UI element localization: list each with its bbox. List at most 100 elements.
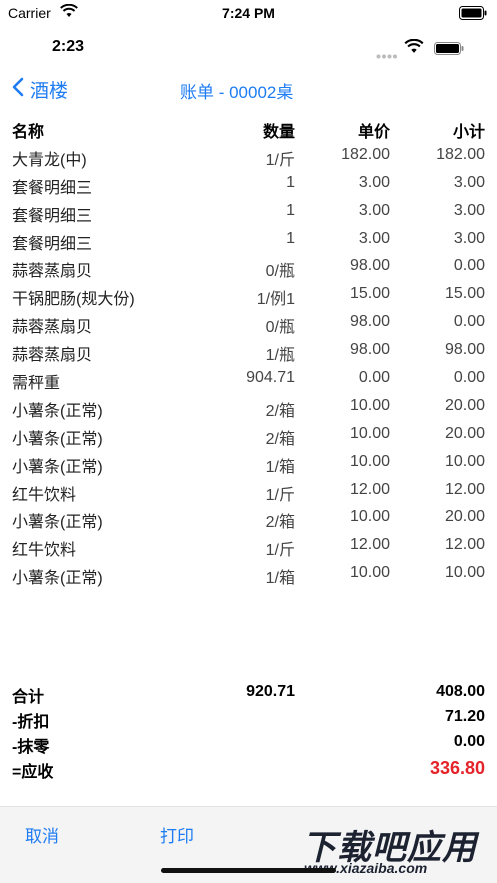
item-subtotal: 98.00 [444, 341, 485, 359]
header-price: 单价 [357, 124, 390, 141]
table-row: 小薯条(正常) 2/箱 10.00 20.00 [0, 393, 497, 421]
item-name: 红牛饮料 [12, 542, 77, 560]
page-title: 账单 - 00002桌 [180, 83, 294, 102]
amount-due-row: =应收 336.80 [0, 755, 497, 781]
chevron-left-icon [12, 77, 24, 103]
home-indicator[interactable] [161, 868, 336, 873]
discount-row: -折扣 71.20 [0, 705, 497, 731]
item-name: 需秤重 [12, 375, 61, 393]
item-price: 10.00 [349, 564, 390, 582]
item-name: 干锅肥肠(规大份) [12, 291, 135, 309]
header-name: 名称 [12, 124, 45, 141]
item-subtotal: 20.00 [444, 424, 485, 442]
item-subtotal: 3.00 [453, 173, 485, 191]
item-subtotal: 3.00 [453, 201, 485, 219]
item-qty: 1 [286, 201, 295, 219]
totals-section: 合计 920.71 408.00 -折扣 71.20 -抹零 0.00 =应收 … [0, 680, 497, 781]
item-qty: 2/箱 [265, 430, 295, 448]
item-subtotal: 20.00 [444, 396, 485, 414]
item-qty: 2/箱 [265, 514, 295, 532]
table-row: 套餐明细三 1 3.00 3.00 [0, 170, 497, 198]
item-price: 182.00 [341, 145, 390, 163]
item-qty: 0/瓶 [265, 319, 295, 337]
item-price: 98.00 [349, 313, 390, 331]
total-row: 合计 920.71 408.00 [0, 680, 497, 706]
item-price: 98.00 [349, 341, 390, 359]
item-subtotal: 3.00 [453, 229, 485, 247]
table-row: 大青龙(中) 1/斤 182.00 182.00 [0, 142, 497, 170]
item-name: 小薯条(正常) [12, 458, 103, 476]
item-price: 3.00 [358, 173, 390, 191]
item-qty: 1 [286, 173, 295, 191]
item-qty: 1/箱 [265, 458, 295, 476]
simulator-time: 7:24 PM [222, 5, 275, 21]
item-subtotal: 0.00 [453, 257, 485, 275]
item-price: 0.00 [358, 369, 390, 387]
item-price: 10.00 [349, 452, 390, 470]
battery-icon [459, 6, 487, 23]
app-time: 2:23 [52, 38, 85, 55]
item-name: 套餐明细三 [12, 207, 93, 225]
item-name: 小薯条(正常) [12, 514, 103, 532]
table-row: 蒜蓉蒸扇贝 1/瓶 98.00 98.00 [0, 337, 497, 365]
item-price: 12.00 [349, 480, 390, 498]
item-subtotal: 0.00 [453, 313, 485, 331]
item-subtotal: 20.00 [444, 508, 485, 526]
item-subtotal: 12.00 [444, 536, 485, 554]
rounding-row: -抹零 0.00 [0, 730, 497, 756]
item-qty: 1 [286, 229, 295, 247]
item-name: 蒜蓉蒸扇贝 [12, 347, 93, 365]
due-label: =应收 [12, 764, 54, 781]
signal-icon [376, 46, 398, 64]
table-row: 小薯条(正常) 2/箱 10.00 20.00 [0, 421, 497, 449]
item-subtotal: 10.00 [444, 452, 485, 470]
bill-table: 名称 数量 单价 小计 大青龙(中) 1/斤 182.00 182.00 套餐明细三 1 3… [0, 114, 497, 588]
item-price: 10.00 [349, 396, 390, 414]
back-label: 酒楼 [30, 81, 69, 102]
item-qty: 2/箱 [265, 402, 295, 420]
item-name: 大青龙(中) [12, 151, 87, 169]
item-name: 小薯条(正常) [12, 402, 103, 420]
app-status-bar: 2:23 [0, 34, 497, 62]
table-row: 套餐明细三 1 3.00 3.00 [0, 198, 497, 226]
rounding-label: -抹零 [12, 739, 50, 756]
total-amount: 408.00 [436, 683, 485, 700]
table-row: 需秤重 904.71 0.00 0.00 [0, 365, 497, 393]
table-row: 蒜蓉蒸扇贝 0/瓶 98.00 0.00 [0, 309, 497, 337]
wifi-icon [404, 38, 424, 59]
item-subtotal: 15.00 [444, 285, 485, 303]
rounding-amount: 0.00 [453, 733, 485, 750]
simulator-status-bar: Carrier 7:24 PM [0, 0, 497, 28]
item-name: 蒜蓉蒸扇贝 [12, 319, 93, 337]
item-price: 3.00 [358, 229, 390, 247]
item-qty: 0/瓶 [265, 263, 295, 281]
item-name: 套餐明细三 [12, 235, 93, 253]
table-row: 红牛饮料 1/斤 12.00 12.00 [0, 532, 497, 560]
item-price: 3.00 [358, 201, 390, 219]
item-price: 12.00 [349, 536, 390, 554]
header-subtotal: 小计 [452, 124, 485, 141]
total-label: 合计 [12, 689, 45, 706]
cancel-button[interactable]: 取消 [25, 822, 59, 847]
item-price: 10.00 [349, 508, 390, 526]
item-qty: 1/斤 [265, 542, 295, 560]
battery-icon [434, 42, 464, 60]
item-name: 套餐明细三 [12, 179, 93, 197]
table-row: 套餐明细三 1 3.00 3.00 [0, 226, 497, 254]
item-name: 蒜蓉蒸扇贝 [12, 263, 93, 281]
back-button[interactable]: 酒楼 [12, 76, 68, 103]
total-qty: 920.71 [246, 683, 295, 700]
table-row: 红牛饮料 1/斤 12.00 12.00 [0, 477, 497, 505]
item-subtotal: 0.00 [453, 369, 485, 387]
item-name: 红牛饮料 [12, 486, 77, 504]
item-qty: 1/箱 [265, 570, 295, 588]
item-qty: 1/瓶 [265, 347, 295, 365]
table-row: 小薯条(正常) 1/箱 10.00 10.00 [0, 560, 497, 588]
table-row: 小薯条(正常) 1/箱 10.00 10.00 [0, 449, 497, 477]
item-qty: 1/斤 [265, 486, 295, 504]
table-row: 干锅肥肠(规大份) 1/例1 15.00 15.00 [0, 281, 497, 309]
item-name: 小薯条(正常) [12, 430, 103, 448]
print-button[interactable]: 打印 [160, 822, 194, 847]
table-header: 名称 数量 单价 小计 [0, 114, 497, 142]
item-subtotal: 12.00 [444, 480, 485, 498]
